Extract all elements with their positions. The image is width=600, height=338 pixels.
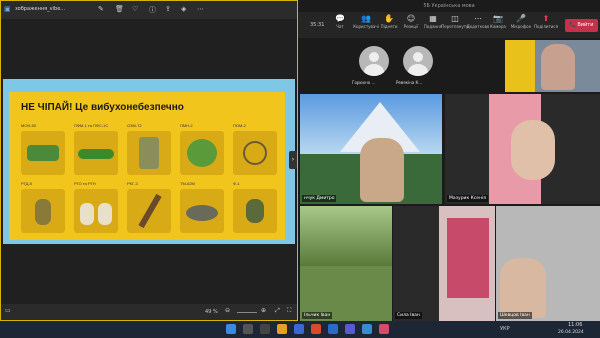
chrome-icon[interactable] [277, 324, 287, 334]
clock-date[interactable]: 26.04.2024 [558, 330, 584, 335]
video-tile-kseniia[interactable]: Мазурик Ксенія [445, 94, 600, 204]
participant-name: Мазурик Ксенія [447, 195, 488, 202]
avatar [403, 46, 433, 76]
item-label: РГО та РГН [74, 181, 96, 186]
participant-tile[interactable]: Горюхно ... [352, 40, 396, 88]
task-view-icon[interactable] [260, 324, 270, 334]
item-label: ТМ-62М [180, 181, 195, 186]
photos-file-name: зображення_vibe... [15, 6, 66, 12]
participant-tile[interactable]: Ревякіна К... [396, 40, 440, 88]
mic-button[interactable]: 🎤 Мікрофон [507, 14, 535, 29]
fullscreen-icon[interactable]: ⛶ [287, 307, 291, 315]
item-label: Ф-1 [233, 181, 240, 186]
share-icon[interactable]: ⇪ [165, 5, 171, 13]
favorite-icon[interactable]: ♡ [132, 5, 138, 13]
word-icon[interactable] [328, 324, 338, 334]
zoom-out-icon[interactable]: ⊖ [225, 307, 230, 314]
participant-name: Ільчик Іван [302, 312, 333, 319]
participant-name: нчук Дмитро [302, 195, 337, 202]
mine-image [180, 189, 224, 233]
app-icon[interactable] [311, 324, 321, 334]
grenade-image [21, 189, 65, 233]
photos-titlebar: ▣ зображення_vibe... ✎ 🗑 ♡ ⓘ ⇪ ◈ ⋯ [1, 1, 297, 19]
taskbar: УКР 11:06 26.04.2024 [0, 321, 600, 338]
photos-statusbar: ▭ 49 % ⊖ ⊕ ⤢ ⛶ [1, 304, 297, 320]
search-icon[interactable] [243, 324, 253, 334]
grenade-image [74, 189, 118, 233]
delete-icon[interactable]: 🗑 [115, 5, 124, 13]
slide-panel: НЕ ЧІПАЙ! Це вибухонебезпечно МОН-50 ПФМ… [9, 92, 285, 240]
item-label: РГД-5 [21, 181, 32, 186]
slide-image: НЕ ЧІПАЙ! Це вибухонебезпечно МОН-50 ПФМ… [3, 79, 297, 244]
video-tile-shevtsov[interactable]: Шевцов Іван [496, 206, 600, 321]
video-tile-ilchyk[interactable]: Ільчик Іван [300, 206, 392, 321]
slide-title: НЕ ЧІПАЙ! Це вибухонебезпечно [21, 102, 184, 113]
app-icon[interactable] [379, 324, 389, 334]
explorer-icon[interactable] [294, 324, 304, 334]
chat-button[interactable]: 💬 Чат [326, 14, 354, 29]
share-screen-icon: ⬆ [542, 14, 550, 23]
meeting-timer: 35:31 [310, 22, 325, 28]
mic-icon: 🎤 [516, 14, 526, 23]
self-video-tile[interactable] [505, 40, 600, 92]
item-label: РКГ-3 [127, 181, 138, 186]
teams-window-title: 5Б Українська мова [298, 0, 600, 12]
mine-image [74, 131, 118, 175]
start-icon[interactable] [226, 324, 236, 334]
participant-name: Сила Іван [395, 312, 422, 319]
item-label: ПФМ-1 та ПФС-1С [74, 123, 109, 128]
zoom-level: 49 % [205, 309, 218, 315]
edit-icon[interactable]: ✎ [98, 5, 104, 13]
video-tile-syla[interactable]: Сила Іван [393, 206, 495, 321]
share-button[interactable]: ⬆ Поділитися [532, 14, 560, 29]
avatar [359, 46, 389, 76]
leave-button[interactable]: 📞 Вийти [565, 19, 598, 32]
participant-name: Горюхно ... [352, 80, 376, 85]
teams-icon[interactable] [345, 324, 355, 334]
video-tile-dmytro[interactable]: нчук Дмитро [300, 94, 442, 204]
fit-icon[interactable]: ⤢ [275, 307, 280, 315]
lang-indicator[interactable]: УКР [500, 326, 510, 332]
participant-name: Шевцов Іван [498, 312, 532, 319]
zoom-slider[interactable] [237, 312, 257, 313]
photos-app-icon: ▣ [4, 5, 11, 13]
item-label: МОН-50 [21, 123, 37, 128]
info-icon[interactable]: ⓘ [149, 5, 156, 15]
mine-image [180, 131, 224, 175]
zoom-in-icon[interactable]: ⊕ [261, 307, 266, 314]
item-label: ПМН-2 [180, 123, 193, 128]
next-image-button[interactable]: › [289, 151, 297, 169]
grenade-image [233, 189, 277, 233]
photos-icon[interactable] [362, 324, 372, 334]
copilot-icon[interactable]: ◈ [181, 5, 186, 13]
mine-image [233, 131, 277, 175]
item-label: ПОМ-2 [233, 123, 246, 128]
mine-image [127, 131, 171, 175]
item-label: ОЗМ-72 [127, 123, 142, 128]
more-icon[interactable]: ⋯ [197, 5, 204, 13]
photos-window: ▣ зображення_vibe... ✎ 🗑 ♡ ⓘ ⇪ ◈ ⋯ НЕ ЧІ… [0, 0, 298, 321]
filmstrip-icon[interactable]: ▭ [5, 307, 11, 314]
mine-image [21, 131, 65, 175]
clock-time[interactable]: 11:06 [568, 322, 582, 328]
chat-icon: 💬 [335, 14, 345, 23]
grenade-image [127, 189, 171, 233]
participant-name: Ревякіна К... [396, 80, 423, 85]
